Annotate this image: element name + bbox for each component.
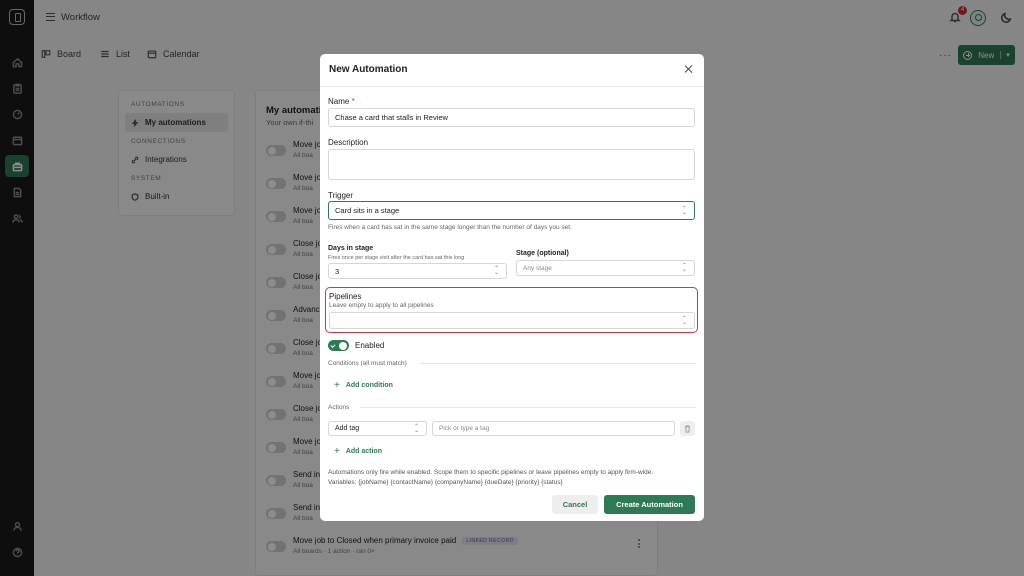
description-field[interactable] <box>328 149 695 180</box>
divider <box>420 363 696 364</box>
add-action-label: Add action <box>345 448 383 455</box>
conditions-label: Conditions (all must match) <box>328 360 407 367</box>
enabled-label: Enabled <box>355 341 385 350</box>
enabled-toggle[interactable] <box>328 340 349 351</box>
tag-input[interactable]: Pick or type a tag <box>432 421 675 436</box>
required-marker: * <box>351 97 355 106</box>
new-automation-dialog: New Automation Name * Chase a card that … <box>320 54 704 521</box>
plus-icon: + <box>334 446 340 457</box>
divider <box>320 86 704 87</box>
description-label: Description <box>328 138 369 147</box>
stage-label: Stage (optional) <box>516 250 569 257</box>
days-help: Fires once per stage visit after the car… <box>328 255 465 261</box>
chevron-updown-icon: ⌃ ⌄ <box>681 263 687 273</box>
trigger-help: Fires when a card has sat in the same st… <box>328 224 572 231</box>
divider <box>360 407 696 408</box>
chevron-updown-icon: ⌃ ⌄ <box>681 205 687 216</box>
stage-select[interactable]: Any stage ⌃ ⌄ <box>516 260 695 276</box>
automation-note: Automations only fire while enabled. Sco… <box>328 468 698 488</box>
days-stepper[interactable]: 3 ⌃ ⌄ <box>328 263 507 279</box>
trigger-select[interactable]: Card sits in a stage ⌃ ⌄ <box>328 201 695 220</box>
stepper-arrows-icon[interactable]: ⌃ ⌄ <box>494 266 499 276</box>
add-condition-button[interactable]: + Add condition <box>334 380 393 391</box>
cancel-button[interactable]: Cancel <box>552 495 598 514</box>
name-label-text: Name <box>328 97 350 106</box>
name-field[interactable]: Chase a card that stalls in Review <box>328 108 695 127</box>
trash-icon[interactable] <box>680 421 695 436</box>
name-label: Name * <box>328 97 355 106</box>
close-icon[interactable] <box>684 64 694 74</box>
action-type-value: Add tag <box>335 425 360 432</box>
pipelines-select[interactable]: ⌃ ⌄ <box>329 312 695 329</box>
days-label: Days in stage <box>328 245 374 252</box>
stage-select-value: Any stage <box>523 264 552 272</box>
note-line-1: Automations only fire while enabled. Sco… <box>328 469 654 476</box>
pipelines-label: Pipelines <box>329 292 362 301</box>
actions-label: Actions <box>328 404 350 411</box>
chevron-updown-icon: ⌃ ⌄ <box>413 423 419 434</box>
add-condition-label: Add condition <box>345 382 393 389</box>
trigger-label: Trigger <box>328 191 354 200</box>
dialog-title: New Automation <box>329 64 408 75</box>
create-automation-button[interactable]: Create Automation <box>604 495 695 514</box>
days-value: 3 <box>335 266 340 276</box>
plus-icon: + <box>334 380 340 391</box>
note-line-2: Variables: {jobName} {contactName} {comp… <box>328 479 563 486</box>
chevron-updown-icon: ⌃ ⌄ <box>681 315 687 326</box>
action-type-select[interactable]: Add tag ⌃ ⌄ <box>328 421 427 436</box>
trigger-select-value: Card sits in a stage <box>335 206 400 215</box>
add-action-button[interactable]: + Add action <box>334 446 382 457</box>
pipelines-help: Leave empty to apply to all pipelines <box>329 302 434 309</box>
